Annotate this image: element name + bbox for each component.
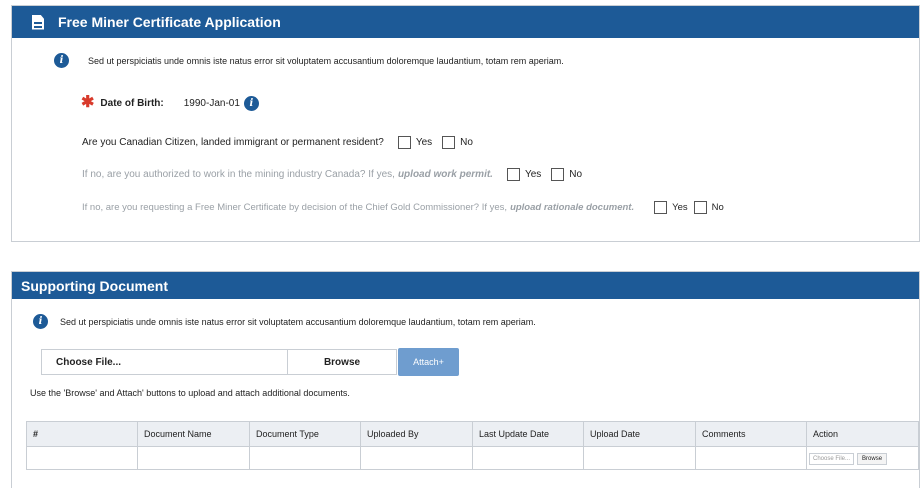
table-cell: [249, 446, 361, 470]
commissioner-no-label: No: [711, 202, 724, 213]
citizen-yes-label: Yes: [415, 137, 433, 148]
work-permit-question-text: If no, are you authorized to work in the…: [82, 169, 395, 180]
table-cell: [583, 446, 696, 470]
citizen-question-row: Are you Canadian Citizen, landed immigra…: [82, 136, 473, 149]
citizen-no-checkbox[interactable]: [442, 136, 456, 149]
citizen-no-label: No: [460, 137, 473, 148]
col-upload-date-header: Upload Date: [583, 421, 696, 447]
supporting-document-title: Supporting Document: [21, 277, 168, 294]
work-permit-question-row: If no, are you authorized to work in the…: [82, 168, 582, 181]
commissioner-yes-checkbox[interactable]: [654, 201, 668, 214]
upload-row: Choose File... Browse Attach+: [41, 348, 459, 376]
work-permit-no-label: No: [569, 169, 583, 180]
commissioner-yes-label: Yes: [672, 202, 688, 213]
citizen-question-text: Are you Canadian Citizen, landed immigra…: [82, 137, 384, 148]
action-cell: Choose File... Browse: [806, 446, 919, 470]
commissioner-no-checkbox[interactable]: [693, 201, 707, 214]
table-cell: [472, 446, 584, 470]
info-icon: i: [33, 314, 48, 329]
col-document-type-header: Document Type: [249, 421, 361, 447]
browse-button[interactable]: Browse: [288, 349, 397, 375]
row-choose-file-input[interactable]: Choose File...: [809, 452, 855, 465]
col-number-header: #: [26, 421, 138, 447]
table-cell: [26, 446, 138, 470]
table-cell: [695, 446, 807, 470]
row-browse-button[interactable]: Browse: [857, 452, 888, 465]
info-icon: i: [54, 53, 69, 68]
work-permit-no-checkbox[interactable]: [551, 168, 565, 181]
application-header: Free Miner Certificate Application: [12, 6, 919, 38]
attach-button[interactable]: Attach+: [398, 348, 459, 376]
commissioner-emph: upload rationale document.: [510, 202, 635, 213]
citizen-yes-checkbox[interactable]: [397, 136, 411, 149]
col-uploaded-by-header: Uploaded By: [360, 421, 473, 447]
upload-help-text: Use the 'Browse' and Attach' buttons to …: [30, 388, 350, 398]
choose-file-label: Choose File...: [56, 356, 122, 368]
choose-file-input[interactable]: Choose File...: [41, 349, 288, 375]
document-icon: [32, 14, 44, 30]
table-header-row: # Document Name Document Type Uploaded B…: [26, 421, 919, 447]
commissioner-question-text: If no, are you requesting a Free Miner C…: [82, 202, 508, 213]
upload-help-row: Use the 'Browse' and Attach' buttons to …: [30, 388, 350, 398]
supporting-document-panel: Supporting Document i Sed ut perspiciati…: [11, 271, 920, 488]
browse-label: Browse: [323, 356, 361, 368]
table-row: Choose File... Browse: [26, 446, 919, 470]
table-cell: [360, 446, 473, 470]
work-permit-emph: upload work permit.: [397, 169, 493, 180]
required-asterisk-icon: ✱: [81, 94, 95, 111]
commissioner-question-row: If no, are you requesting a Free Miner C…: [82, 201, 724, 214]
col-document-name-header: Document Name: [137, 421, 250, 447]
supporting-info-text: Sed ut perspiciatis unde omnis iste natu…: [60, 316, 536, 327]
col-action-header: Action: [806, 421, 919, 447]
work-permit-yes-checkbox[interactable]: [506, 168, 520, 181]
dob-value: 1990-Jan-01: [183, 97, 240, 109]
date-of-birth-row: ✱ Date of Birth: 1990-Jan-01 i: [81, 95, 259, 111]
table-cell: [137, 446, 250, 470]
free-miner-application-panel: Free Miner Certificate Application i Sed…: [11, 5, 920, 242]
dob-label: Date of Birth:: [100, 97, 164, 109]
application-title: Free Miner Certificate Application: [58, 14, 281, 30]
supporting-document-header: Supporting Document: [12, 272, 919, 299]
supporting-info-row: i Sed ut perspiciatis unde omnis iste na…: [33, 314, 536, 329]
dob-info-icon[interactable]: i: [243, 95, 259, 111]
attach-label: Attach+: [413, 357, 444, 367]
application-info-row: i Sed ut perspiciatis unde omnis iste na…: [54, 53, 564, 68]
col-comments-header: Comments: [695, 421, 807, 447]
work-permit-yes-label: Yes: [524, 169, 542, 180]
col-last-update-header: Last Update Date: [472, 421, 584, 447]
application-info-text: Sed ut perspiciatis unde omnis iste natu…: [88, 55, 564, 66]
documents-table: # Document Name Document Type Uploaded B…: [26, 421, 919, 470]
